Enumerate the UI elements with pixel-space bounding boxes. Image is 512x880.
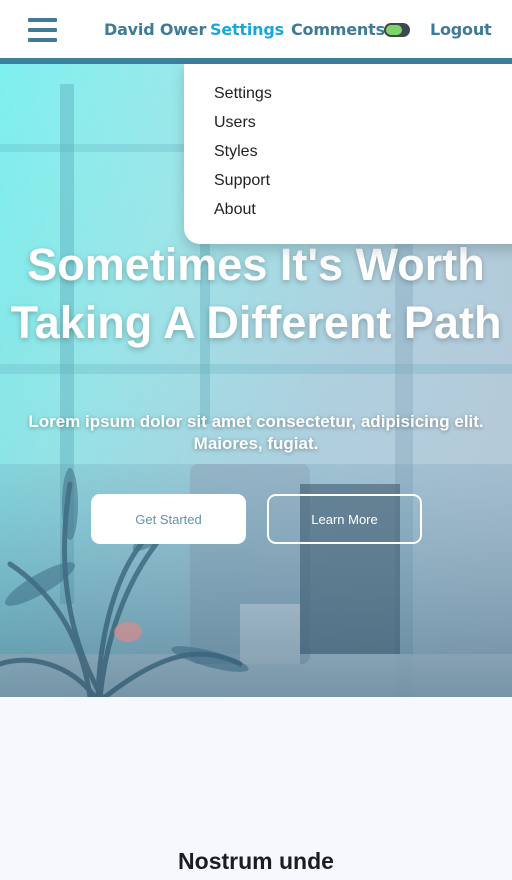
section-title: Nostrum unde <box>178 848 334 874</box>
get-started-button[interactable]: Get Started <box>91 494 246 544</box>
hero-title: Sometimes It's Worth Taking A Different … <box>10 239 502 348</box>
top-navbar: David Ower Settings Comments Logout <box>0 0 512 58</box>
nav-logout-link[interactable]: Logout <box>430 20 492 39</box>
nav-settings-link[interactable]: Settings <box>210 20 284 39</box>
dropdown-item-settings[interactable]: Settings <box>214 84 512 113</box>
hamburger-bar <box>28 18 57 22</box>
nav-comments-link[interactable]: Comments <box>291 20 385 39</box>
comments-toggle[interactable] <box>384 23 410 37</box>
settings-dropdown-menu: Settings Users Styles Support About <box>184 64 512 244</box>
hamburger-menu-icon[interactable] <box>28 18 58 44</box>
dropdown-item-styles[interactable]: Styles <box>214 142 512 171</box>
nav-user-name[interactable]: David Ower <box>104 20 206 39</box>
toggle-knob <box>386 25 402 35</box>
dropdown-item-support[interactable]: Support <box>214 171 512 200</box>
hamburger-bar <box>28 28 57 32</box>
hamburger-bar <box>28 38 57 42</box>
hero-subtitle: Lorem ipsum dolor sit amet consectetur, … <box>28 412 484 453</box>
learn-more-button[interactable]: Learn More <box>267 494 422 544</box>
dropdown-item-users[interactable]: Users <box>214 113 512 142</box>
dropdown-item-about[interactable]: About <box>214 200 512 229</box>
